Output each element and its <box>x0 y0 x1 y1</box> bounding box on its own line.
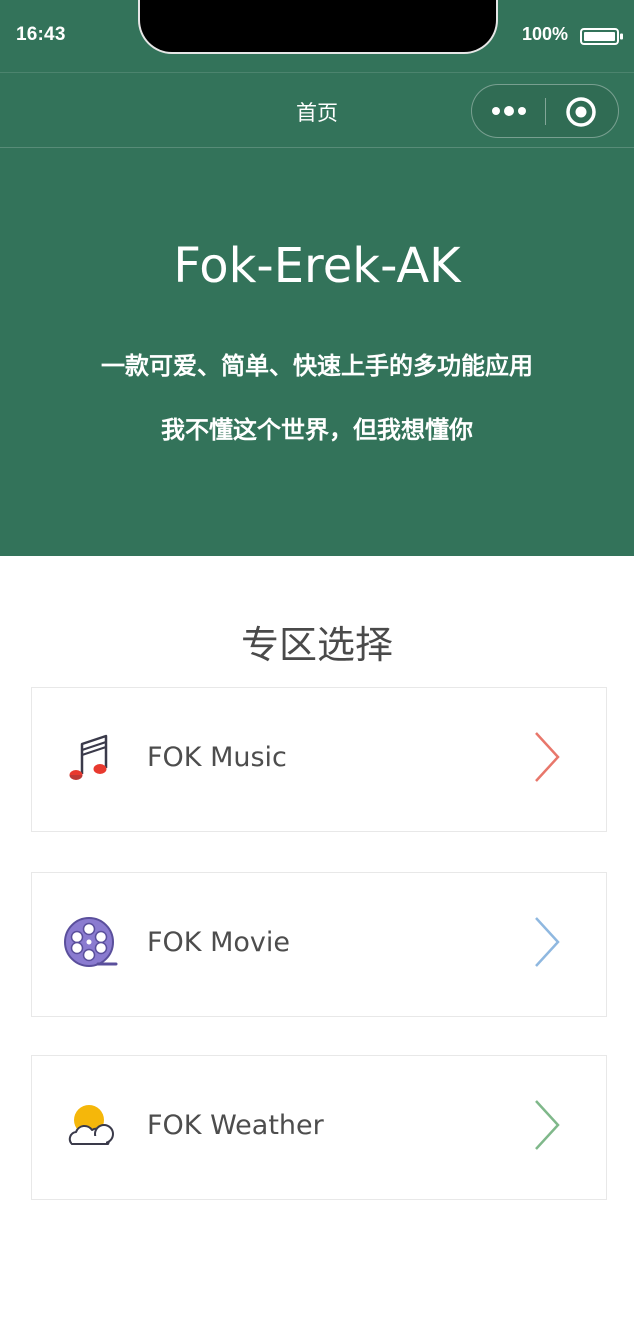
mini-program-capsule <box>471 84 619 138</box>
chevron-right-icon <box>535 732 560 782</box>
chevron-right-icon <box>535 1100 560 1150</box>
device-notch <box>138 0 498 54</box>
battery-percentage: 100% <box>522 24 569 44</box>
more-options-icon[interactable] <box>488 99 530 123</box>
status-bar: 16:43 100% <box>0 0 634 72</box>
navigation-bar: 首页 <box>0 72 634 148</box>
status-time: 16:43 <box>16 24 66 45</box>
section-title: 专区选择 <box>240 623 393 667</box>
app-title: Fok-Erek-AK <box>173 238 461 294</box>
movie-zone-card[interactable]: FOK Movie <box>31 872 607 1017</box>
battery-icon <box>580 28 623 45</box>
close-mini-program-icon[interactable] <box>564 95 598 129</box>
weather-zone-label: FOK Weather <box>147 1110 324 1141</box>
capsule-divider <box>545 98 546 125</box>
music-note-icon <box>69 734 108 780</box>
chevron-right-icon <box>535 917 560 967</box>
music-zone-card[interactable]: FOK Music <box>31 687 607 832</box>
film-reel-icon <box>64 917 118 967</box>
weather-sun-cloud-icon <box>68 1105 114 1145</box>
movie-zone-label: FOK Movie <box>147 927 290 958</box>
weather-zone-card[interactable]: FOK Weather <box>31 1055 607 1200</box>
music-zone-label: FOK Music <box>147 742 287 773</box>
app-tagline: 一款可爱、简单、快速上手的多功能应用 <box>101 352 533 380</box>
app-slogan: 我不懂这个世界，但我想懂你 <box>161 416 473 444</box>
